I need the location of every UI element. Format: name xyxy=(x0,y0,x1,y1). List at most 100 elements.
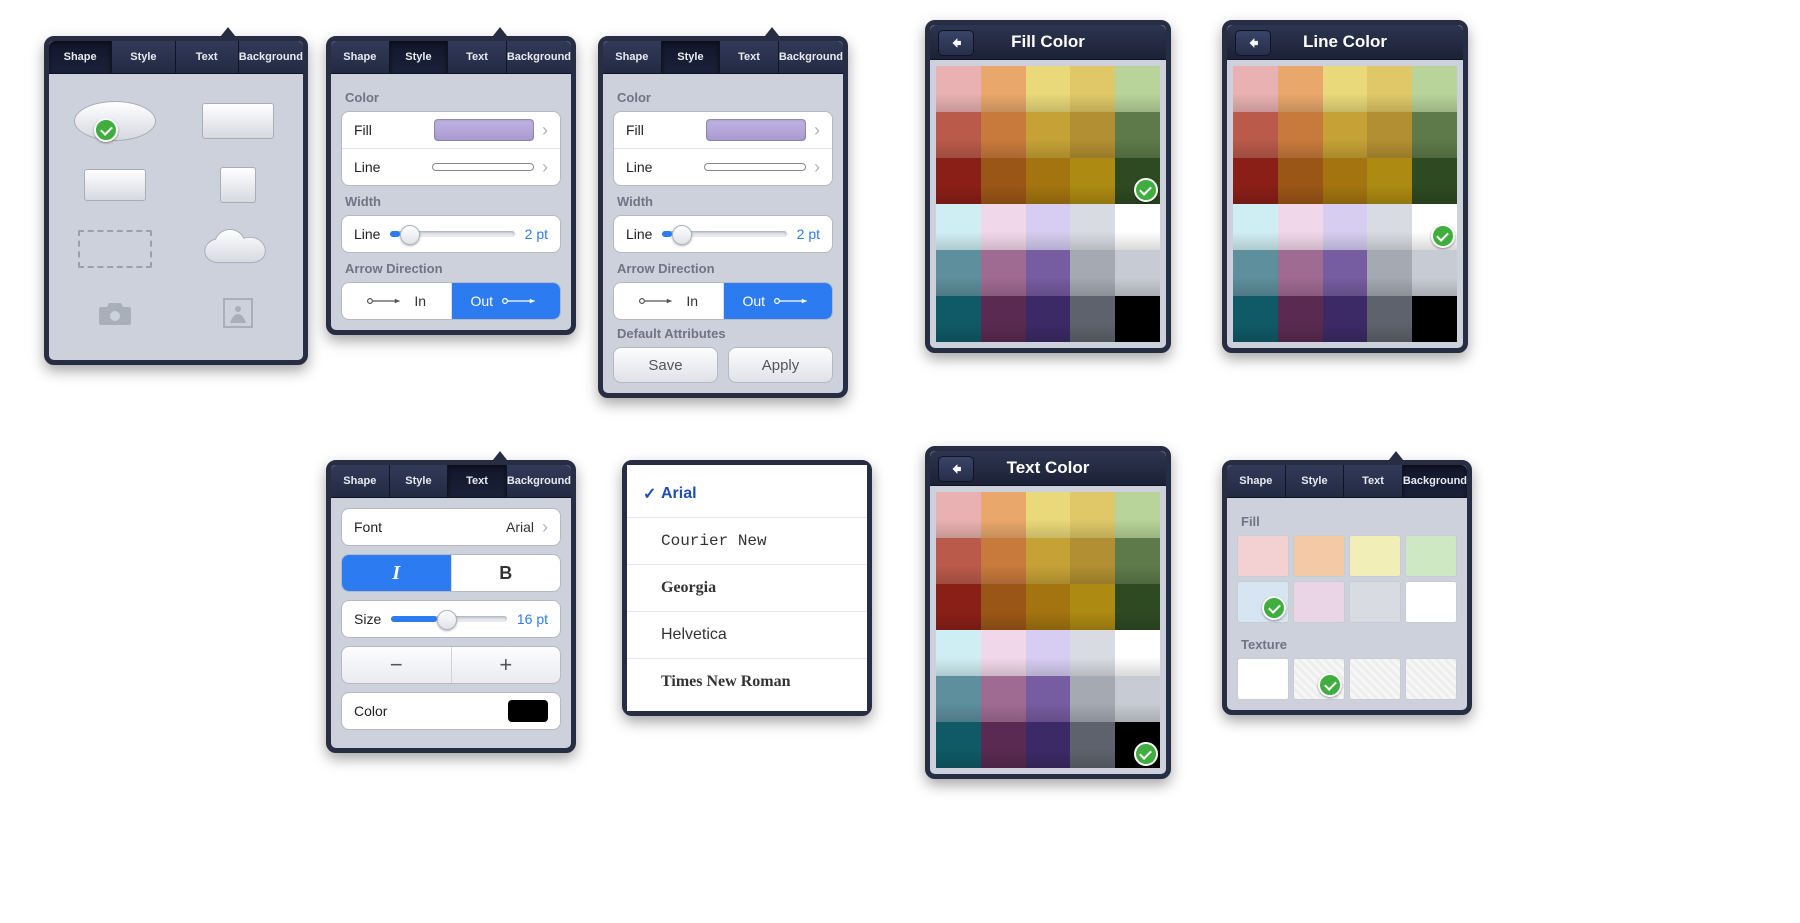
color-swatch[interactable] xyxy=(1367,66,1412,112)
color-swatch[interactable] xyxy=(1070,538,1115,584)
tab-shape[interactable]: Shape xyxy=(49,41,112,73)
color-swatch[interactable] xyxy=(1070,204,1115,250)
bg-fill-swatch[interactable] xyxy=(1237,581,1289,623)
tab-background[interactable]: Background xyxy=(239,41,303,73)
color-swatch[interactable] xyxy=(1367,250,1412,296)
color-swatch[interactable] xyxy=(981,584,1026,630)
color-swatch[interactable] xyxy=(1026,204,1071,250)
bg-texture-swatch[interactable] xyxy=(1293,658,1345,700)
color-swatch[interactable] xyxy=(936,158,981,204)
color-swatch[interactable] xyxy=(1323,204,1368,250)
color-swatch[interactable] xyxy=(1115,66,1160,112)
line-row[interactable]: Line › xyxy=(342,148,560,185)
shape-rect-small[interactable] xyxy=(67,160,162,210)
tab-shape[interactable]: Shape xyxy=(603,41,662,73)
fill-row[interactable]: Fill › xyxy=(342,112,560,148)
tab-style[interactable]: Style xyxy=(1286,465,1345,497)
tab-text[interactable]: Text xyxy=(448,465,507,497)
color-swatch[interactable] xyxy=(981,676,1026,722)
bg-texture-swatch[interactable] xyxy=(1349,658,1401,700)
color-swatch[interactable] xyxy=(981,538,1026,584)
tab-background[interactable]: Background xyxy=(1403,465,1467,497)
color-swatch[interactable] xyxy=(981,630,1026,676)
font-option[interactable]: Georgia xyxy=(627,565,867,612)
color-swatch[interactable] xyxy=(1026,250,1071,296)
color-swatch[interactable] xyxy=(1026,112,1071,158)
color-swatch[interactable] xyxy=(1323,66,1368,112)
color-swatch[interactable] xyxy=(981,204,1026,250)
color-swatch[interactable] xyxy=(1026,722,1071,768)
width-slider[interactable] xyxy=(662,225,786,243)
tab-style[interactable]: Style xyxy=(390,41,449,73)
color-swatch[interactable] xyxy=(981,250,1026,296)
font-option[interactable]: Helvetica xyxy=(627,612,867,659)
tab-style[interactable]: Style xyxy=(390,465,449,497)
bg-texture-swatch[interactable] xyxy=(1237,658,1289,700)
color-swatch[interactable] xyxy=(1412,250,1457,296)
color-swatch[interactable] xyxy=(981,158,1026,204)
arrow-out-button[interactable]: Out xyxy=(724,283,833,319)
color-swatch[interactable] xyxy=(1278,296,1323,342)
bg-fill-swatch[interactable] xyxy=(1349,535,1401,577)
tab-text[interactable]: Text xyxy=(1344,465,1403,497)
tab-style[interactable]: Style xyxy=(112,41,175,73)
color-swatch[interactable] xyxy=(1026,538,1071,584)
color-swatch[interactable] xyxy=(981,112,1026,158)
bg-fill-swatch[interactable] xyxy=(1293,581,1345,623)
color-swatch[interactable] xyxy=(1367,112,1412,158)
color-swatch[interactable] xyxy=(1070,296,1115,342)
tab-text[interactable]: Text xyxy=(448,41,507,73)
shape-cloud[interactable] xyxy=(190,224,285,274)
font-row[interactable]: Font Arial › xyxy=(342,509,560,545)
color-swatch[interactable] xyxy=(1233,296,1278,342)
bg-fill-swatch[interactable] xyxy=(1237,535,1289,577)
color-swatch[interactable] xyxy=(1070,158,1115,204)
color-swatch[interactable] xyxy=(1233,158,1278,204)
width-slider[interactable] xyxy=(390,225,514,243)
tab-text[interactable]: Text xyxy=(176,41,239,73)
color-swatch[interactable] xyxy=(1070,492,1115,538)
tab-style[interactable]: Style xyxy=(662,41,721,73)
color-swatch[interactable] xyxy=(1070,112,1115,158)
arrow-in-button[interactable]: In xyxy=(614,283,724,319)
color-swatch[interactable] xyxy=(1412,204,1457,250)
color-swatch[interactable] xyxy=(1278,204,1323,250)
tab-text[interactable]: Text xyxy=(720,41,779,73)
color-swatch[interactable] xyxy=(1115,158,1160,204)
color-swatch[interactable] xyxy=(981,296,1026,342)
tab-background[interactable]: Background xyxy=(507,41,571,73)
color-swatch[interactable] xyxy=(1278,250,1323,296)
color-swatch[interactable] xyxy=(1323,112,1368,158)
color-swatch[interactable] xyxy=(936,250,981,296)
bold-button[interactable]: B xyxy=(452,555,561,591)
italic-button[interactable]: I xyxy=(342,555,452,591)
color-swatch[interactable] xyxy=(1070,630,1115,676)
size-slider[interactable] xyxy=(391,610,507,628)
color-swatch[interactable] xyxy=(1026,630,1071,676)
color-swatch[interactable] xyxy=(1115,112,1160,158)
color-swatch[interactable] xyxy=(1412,112,1457,158)
bg-fill-swatch[interactable] xyxy=(1293,535,1345,577)
color-swatch[interactable] xyxy=(1367,296,1412,342)
color-swatch[interactable] xyxy=(1115,492,1160,538)
back-button[interactable] xyxy=(1235,30,1271,56)
decrement-button[interactable]: − xyxy=(342,647,452,683)
bg-fill-swatch[interactable] xyxy=(1405,535,1457,577)
color-swatch[interactable] xyxy=(936,296,981,342)
color-swatch[interactable] xyxy=(1412,66,1457,112)
line-row[interactable]: Line › xyxy=(614,148,832,185)
increment-button[interactable]: + xyxy=(452,647,561,683)
color-swatch[interactable] xyxy=(936,676,981,722)
color-swatch[interactable] xyxy=(1070,722,1115,768)
bg-fill-swatch[interactable] xyxy=(1405,581,1457,623)
color-swatch[interactable] xyxy=(1026,492,1071,538)
font-option[interactable]: Times New Roman xyxy=(627,659,867,705)
color-swatch[interactable] xyxy=(1070,584,1115,630)
color-swatch[interactable] xyxy=(1115,722,1160,768)
color-swatch[interactable] xyxy=(1412,296,1457,342)
shape-selection[interactable] xyxy=(67,224,162,274)
color-swatch[interactable] xyxy=(936,204,981,250)
color-swatch[interactable] xyxy=(936,492,981,538)
apply-button[interactable]: Apply xyxy=(728,347,833,383)
color-swatch[interactable] xyxy=(1115,584,1160,630)
